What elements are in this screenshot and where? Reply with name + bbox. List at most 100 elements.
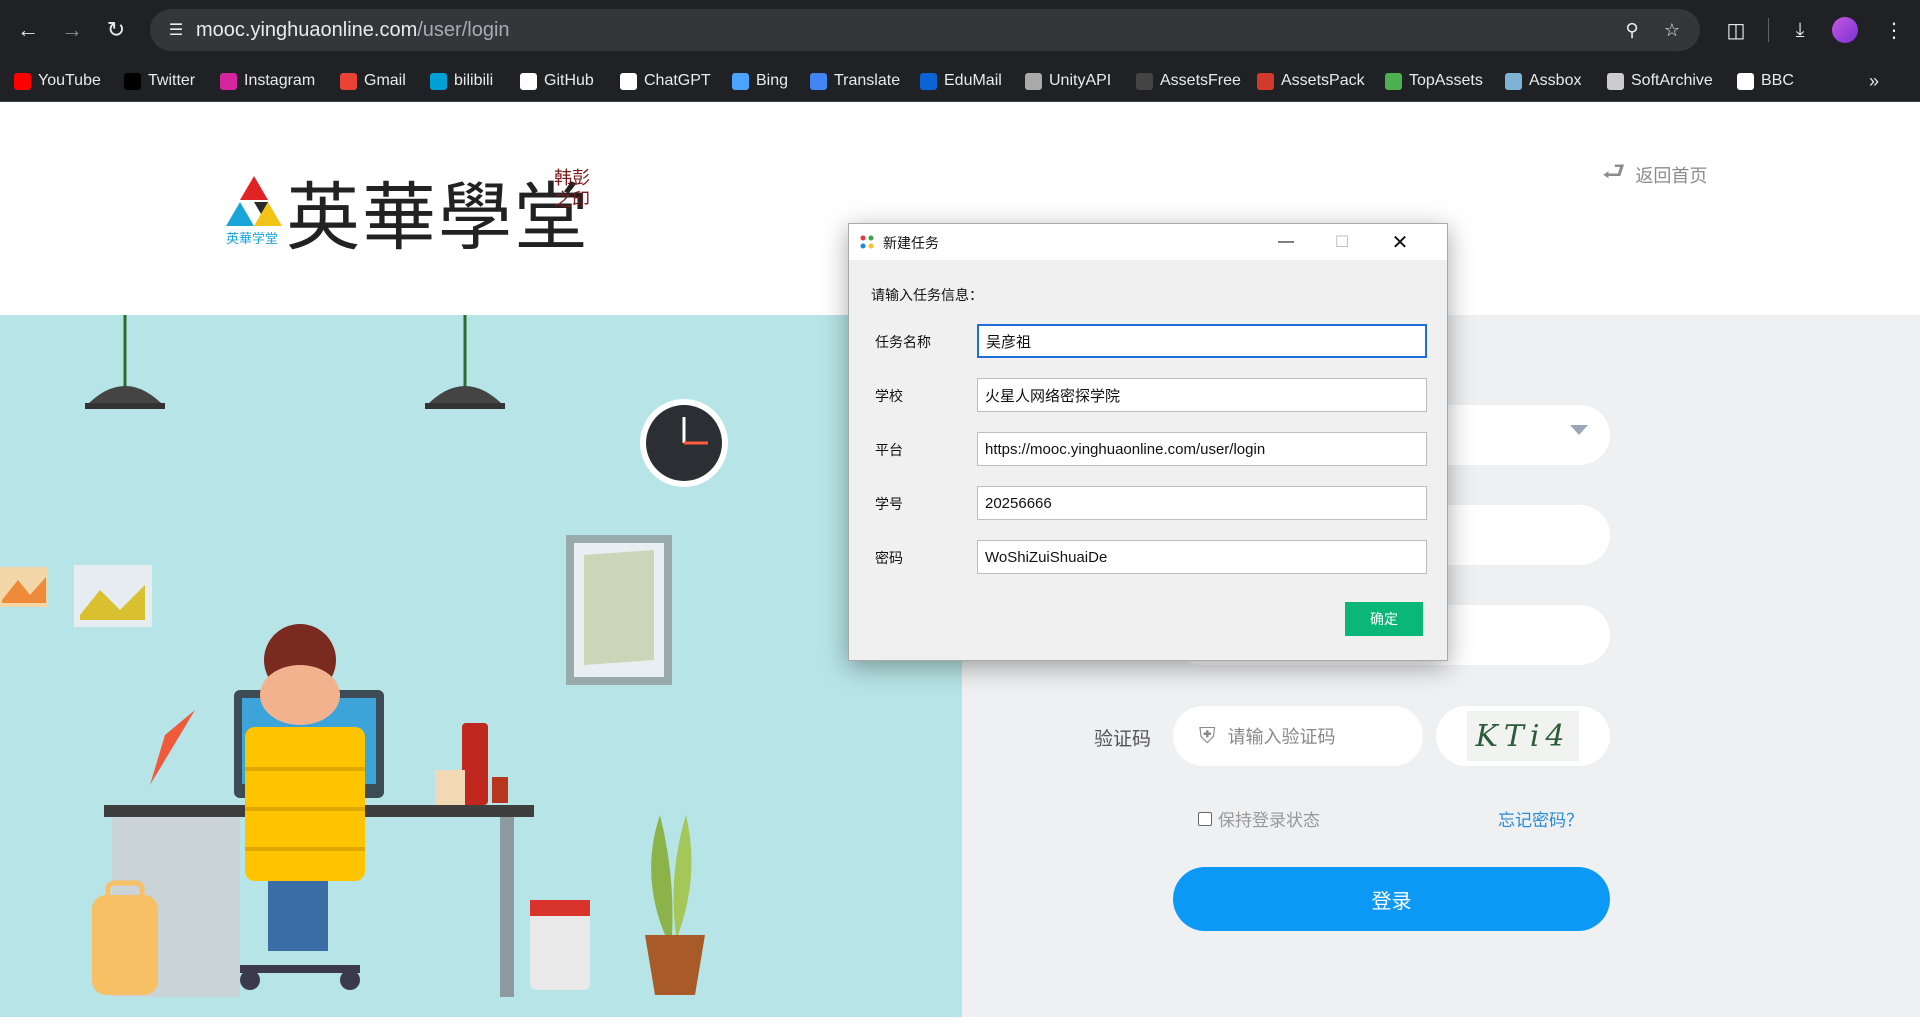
instagram-icon [220, 72, 237, 90]
topassets-icon [1385, 72, 1402, 90]
reload-icon[interactable]: ↻ [98, 12, 134, 48]
site-settings-icon[interactable]: ☰ [164, 18, 188, 42]
login-button[interactable]: 登录 [1173, 867, 1610, 931]
logo-seal-stamp: 韩彭之印 [554, 168, 590, 211]
dialog-title: 新建任务 [883, 235, 939, 251]
browser-toolbar: ← → ↻ ☰ mooc.yinghuaonline.com/user/logi… [0, 0, 1920, 60]
remember-login[interactable]: 保持登录状态 [1198, 806, 1320, 831]
key-icon[interactable]: ⚲ [1620, 18, 1644, 42]
password-field[interactable] [977, 540, 1427, 574]
bookmark-label: BBC [1761, 72, 1794, 89]
profile-avatar[interactable] [1832, 17, 1858, 43]
extensions-icon[interactable]: ◫ [1718, 12, 1754, 48]
bookmark-assetsfree[interactable]: AssetsFree [1136, 68, 1241, 94]
app-dots-icon [860, 235, 874, 249]
task-name-label: 任务名称 [875, 334, 931, 350]
bookmark-label: EduMail [944, 72, 1002, 89]
star-icon[interactable]: ☆ [1660, 18, 1684, 42]
bookmark-youtube[interactable]: YouTube [14, 68, 101, 94]
back-home-link[interactable]: ⮐ 返回首页 [1602, 156, 1707, 190]
more-bookmarks-chevron-icon[interactable]: » [1856, 63, 1892, 99]
url-host: mooc.yinghuaonline.com [196, 19, 418, 41]
bookmarks-bar: YouTube Twitter Instagram Gmail bilibili GitH… [0, 60, 1920, 102]
forgot-password-link[interactable]: 忘记密码？ [1498, 806, 1583, 831]
bookmark-twitter[interactable]: Twitter [124, 68, 195, 94]
bookmark-label: AssetsPack [1281, 72, 1365, 89]
outlook-icon [920, 72, 937, 90]
captcha-placeholder: 请输入验证码 [1227, 727, 1336, 747]
bookmark-edumail[interactable]: EduMail [920, 68, 1002, 94]
url-text[interactable]: mooc.yinghuaonline.com/user/login [196, 19, 510, 42]
gmail-icon [340, 72, 357, 90]
bookmark-bing[interactable]: Bing [732, 68, 788, 94]
bookmark-label: bilibili [454, 72, 494, 89]
reply-arrow-icon: ⮐ [1602, 156, 1626, 186]
unreal-icon [1136, 72, 1153, 90]
logo-subtitle: 英華学堂 [226, 232, 279, 247]
bookmark-label: Instagram [244, 72, 316, 89]
dialog-titlebar[interactable]: 新建任务 — ☐ ✕ [849, 224, 1447, 260]
back-arrow-icon[interactable]: ← [10, 12, 46, 48]
bookmark-topassets[interactable]: TopAssets [1385, 68, 1483, 94]
forward-arrow-icon[interactable]: → [54, 12, 90, 48]
remember-checkbox[interactable] [1198, 811, 1212, 826]
password-label: 密码 [875, 550, 903, 566]
ok-button[interactable]: 确定 [1345, 602, 1423, 636]
bookmark-unityapi[interactable]: UnityAPI [1025, 68, 1111, 94]
menu-kebab-icon[interactable]: ⋮ [1876, 12, 1912, 48]
bbc-icon [1737, 72, 1754, 90]
bookmark-translate[interactable]: Translate [810, 68, 900, 94]
chatgpt-icon [620, 72, 637, 90]
bookmark-label: GitHub [544, 72, 594, 89]
bookmark-label: ChatGPT [644, 72, 711, 89]
school-input[interactable] [977, 378, 1427, 412]
platform-input[interactable] [977, 432, 1427, 466]
bookmark-label: Gmail [364, 72, 406, 89]
bookmark-softarchive[interactable]: SoftArchive [1607, 68, 1713, 94]
assetspack-icon [1257, 72, 1274, 90]
address-bar[interactable]: ☰ mooc.yinghuaonline.com/user/login ⚲ ☆ [150, 9, 1700, 51]
captcha-label: 验证码 [1094, 729, 1152, 750]
site-logo[interactable]: 英華学堂 英華學堂 韩彭之印 [224, 158, 604, 261]
captcha-code: KTi4 [1467, 711, 1579, 761]
bookmark-bilibili[interactable]: bilibili [430, 68, 493, 94]
url-path: /user/login [417, 19, 510, 41]
bookmark-assetspack[interactable]: AssetsPack [1257, 68, 1365, 94]
assbox-icon [1505, 72, 1522, 90]
task-name-input[interactable] [977, 324, 1427, 358]
bookmark-assbox[interactable]: Assbox [1505, 68, 1581, 94]
unity-icon [1025, 72, 1042, 90]
student-id-label: 学号 [875, 496, 903, 512]
bookmark-chatgpt[interactable]: ChatGPT [620, 68, 711, 94]
student-id-input[interactable] [977, 486, 1427, 520]
bookmark-gmail[interactable]: Gmail [340, 68, 406, 94]
bookmark-label: AssetsFree [1160, 72, 1241, 89]
youtube-icon [14, 72, 31, 90]
bookmark-bbc[interactable]: BBC [1737, 68, 1794, 94]
shield-check-icon: ⛨ [1199, 723, 1216, 748]
bookmark-label: TopAssets [1409, 72, 1483, 89]
bookmark-label: SoftArchive [1631, 72, 1713, 89]
softarchive-icon [1607, 72, 1624, 90]
logo-title: 英華學堂 [286, 175, 590, 261]
new-task-dialog: 新建任务 — ☐ ✕ 请输入任务信息： 任务名称 学校 平台 学号 密码 确定 [848, 223, 1448, 661]
minimize-icon[interactable]: — [1263, 224, 1309, 260]
search-icon [732, 72, 749, 90]
captcha-image[interactable]: KTi4 [1436, 706, 1610, 766]
bookmark-label: Twitter [148, 72, 196, 89]
translate-icon [810, 72, 827, 90]
bookmark-label: Assbox [1529, 72, 1582, 89]
school-label: 学校 [875, 388, 903, 404]
captcha-input[interactable]: ⛨ 请输入验证码 [1173, 706, 1423, 766]
x-icon [124, 72, 141, 90]
dialog-prompt: 请输入任务信息： [871, 287, 983, 303]
bilibili-icon [430, 72, 447, 90]
platform-label: 平台 [875, 442, 903, 458]
download-icon[interactable]: ⤓ [1782, 12, 1818, 48]
toolbar-divider [1768, 18, 1769, 42]
office-scene-illustration [0, 315, 728, 997]
bookmark-github[interactable]: GitHub [520, 68, 594, 94]
bookmark-instagram[interactable]: Instagram [220, 68, 315, 94]
close-icon[interactable]: ✕ [1377, 224, 1423, 260]
bookmark-label: Bing [756, 72, 789, 89]
